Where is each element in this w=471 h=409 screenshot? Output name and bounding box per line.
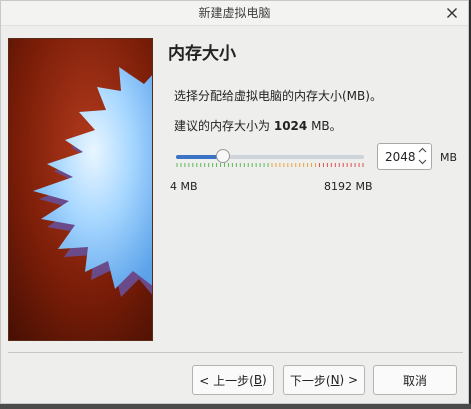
recommend-prefix: 建议的内存大小为 — [174, 119, 271, 133]
window-title: 新建虚拟电脑 — [198, 6, 271, 20]
memory-unit-label: MB — [440, 151, 458, 164]
slider-thumb[interactable] — [215, 149, 230, 163]
page-description: 选择分配给虚拟电脑的内存大小(MB)。 — [174, 89, 382, 103]
next-button-label-end: ) > — [339, 373, 359, 387]
wizard-illustration — [8, 38, 153, 341]
close-icon — [447, 8, 457, 18]
recommend-value: 1024 — [273, 119, 308, 133]
spin-down-button[interactable] — [416, 156, 429, 168]
slider-range-ticks — [176, 163, 364, 167]
starburst-illustration — [9, 39, 152, 340]
next-button-label: 下一步( — [289, 373, 331, 388]
chevron-up-icon — [418, 147, 427, 153]
memory-spinbox[interactable] — [377, 143, 432, 170]
background-desktop-strip — [0, 404, 471, 409]
title-bar: 新建虚拟电脑 — [1, 1, 468, 26]
slider-max-label: 8192 MB — [324, 180, 373, 193]
recommended-memory-text: 建议的内存大小为 1024 MB。 — [174, 117, 342, 134]
page-heading: 内存大小 — [168, 44, 236, 64]
close-button[interactable] — [442, 3, 462, 23]
back-button-label: < 上一步( — [199, 373, 254, 388]
memory-input[interactable] — [378, 144, 416, 169]
recommend-suffix: MB。 — [311, 119, 342, 133]
back-button-label-end: ) — [262, 373, 267, 387]
cancel-button[interactable]: 取消 — [373, 365, 457, 395]
footer-divider — [8, 352, 463, 353]
back-button[interactable]: < 上一步(B) — [192, 365, 274, 395]
back-button-mnemonic: B — [253, 373, 263, 387]
dialog-window: 新建虚拟电脑 内存大小 选择分配给虚拟电脑的内存大小(MB)。 建议的内存大小为… — [0, 0, 469, 404]
chevron-down-icon — [418, 159, 427, 165]
next-button[interactable]: 下一步(N) > — [283, 365, 365, 395]
memory-slider[interactable] — [176, 147, 366, 171]
next-button-mnemonic: N — [330, 373, 340, 387]
slider-min-label: 4 MB — [170, 180, 198, 193]
spin-up-button[interactable] — [416, 144, 429, 156]
